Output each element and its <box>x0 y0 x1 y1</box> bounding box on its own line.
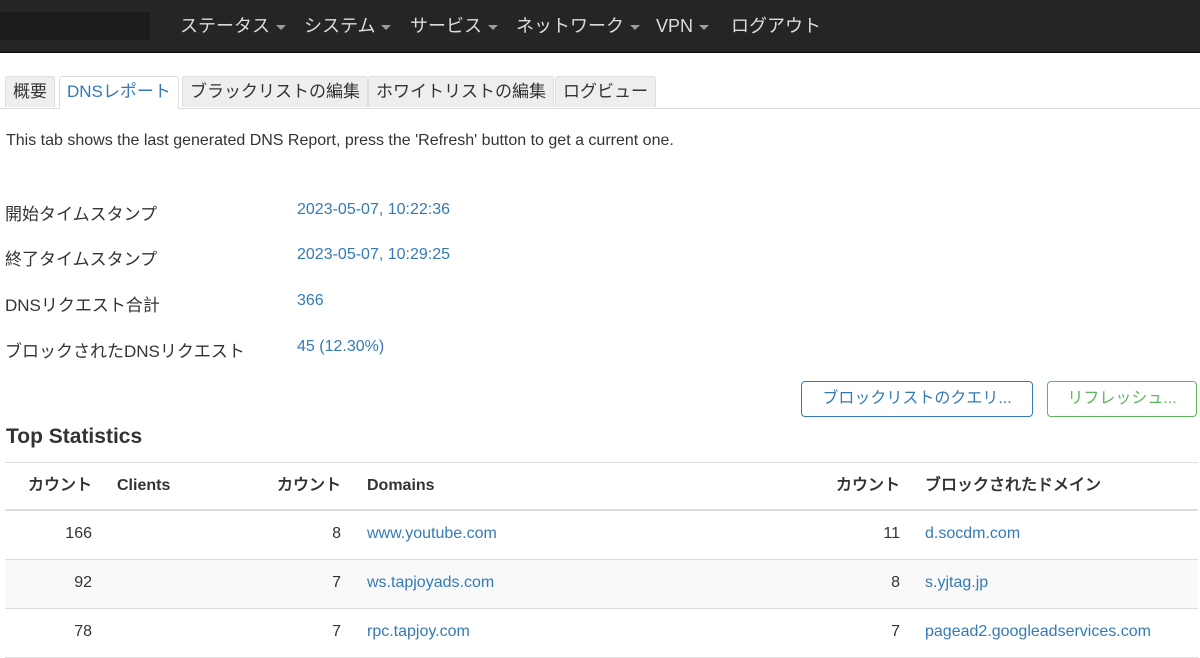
domain-count-cell: 8 <box>332 525 341 542</box>
blocked-domain-link[interactable]: s.yjtag.jp <box>925 560 1195 606</box>
nav-system-menu[interactable]: システム <box>304 0 392 52</box>
tab-bar: 概要 DNSレポート ブラックリストの編集 ホワイトリストの編集 ログビュー <box>0 76 1200 109</box>
tab-log-view[interactable]: ログビュー <box>555 76 656 107</box>
table-row: 166 8 www.youtube.com 11 d.socdm.com <box>5 511 1198 560</box>
blocked-requests-label: ブロックされたDNSリクエスト <box>5 342 245 361</box>
tab-overview[interactable]: 概要 <box>5 76 55 107</box>
nav-logout-label: ログアウト <box>731 16 821 36</box>
end-timestamp-label: 終了タイムスタンプ <box>5 250 158 269</box>
query-blocklist-button[interactable]: ブロックリストのクエリ... <box>801 381 1033 417</box>
column-header-blocked-count: カウント <box>835 477 900 494</box>
column-header-client-count: カウント <box>27 477 92 494</box>
blocked-requests-value: 45 (12.30%) <box>297 338 385 355</box>
column-header-blocked-domains: ブロックされたドメイン <box>925 477 1102 494</box>
start-timestamp-value: 2023-05-07, 10:22:36 <box>297 201 451 218</box>
blocked-count-cell: 11 <box>883 525 900 542</box>
nav-system-label: システム <box>304 16 376 36</box>
domain-count-cell: 7 <box>332 574 341 591</box>
domain-link[interactable]: rpc.tapjoy.com <box>367 609 787 655</box>
nav-vpn-menu[interactable]: VPN <box>656 0 710 52</box>
total-requests-label: DNSリクエスト合計 <box>5 296 160 315</box>
nav-logout-link[interactable]: ログアウト <box>731 0 821 52</box>
domain-link[interactable]: ws.tapjoyads.com <box>367 560 787 606</box>
caret-down-icon <box>381 24 392 30</box>
client-count-cell: 92 <box>74 574 92 591</box>
tab-edit-whitelist[interactable]: ホワイトリストの編集 <box>368 76 554 107</box>
end-timestamp-value: 2023-05-07, 10:29:25 <box>297 246 451 263</box>
caret-down-icon <box>630 24 640 30</box>
nav-status-label: ステータス <box>180 16 270 36</box>
intro-text: This tab shows the last generated DNS Re… <box>6 132 674 149</box>
column-header-clients: Clients <box>117 477 171 494</box>
section-title: Top Statistics <box>6 425 143 448</box>
nav-services-label: サービス <box>410 16 482 36</box>
tab-dns-report[interactable]: DNSレポート <box>59 76 179 109</box>
column-header-domain-count: カウント <box>276 477 341 494</box>
domain-count-cell: 7 <box>332 623 341 640</box>
blocked-count-cell: 7 <box>891 623 900 640</box>
client-count-cell: 78 <box>74 623 92 640</box>
domain-link[interactable]: www.youtube.com <box>367 511 787 557</box>
blocked-domain-link[interactable]: pagead2.googleadservices.com <box>925 609 1195 655</box>
caret-down-icon <box>699 24 710 30</box>
blocked-domain-link[interactable]: d.socdm.com <box>925 511 1195 557</box>
nav-network-menu[interactable]: ネットワーク <box>516 0 640 52</box>
table-row: 78 7 rpc.tapjoy.com 7 pagead2.googleadse… <box>5 609 1198 658</box>
caret-down-icon <box>488 24 498 30</box>
tab-edit-blacklist[interactable]: ブラックリストの編集 <box>182 76 368 107</box>
table-row: 92 7 ws.tapjoyads.com 8 s.yjtag.jp <box>5 560 1198 609</box>
client-count-cell: 166 <box>65 525 92 542</box>
refresh-button[interactable]: リフレッシュ... <box>1047 381 1197 417</box>
caret-down-icon <box>276 24 286 30</box>
nav-vpn-label: VPN <box>656 16 694 36</box>
start-timestamp-label: 開始タイムスタンプ <box>5 205 158 224</box>
top-navbar: ステータス システム サービス ネットワーク VPN ログアウト <box>0 0 1200 53</box>
total-requests-value: 366 <box>297 292 324 309</box>
brand-logo[interactable] <box>0 12 150 40</box>
table-header-row: カウント Clients カウント Domains カウント ブロックされたドメ… <box>5 463 1198 511</box>
top-statistics-table: カウント Clients カウント Domains カウント ブロックされたドメ… <box>5 462 1198 658</box>
blocked-count-cell: 8 <box>891 574 900 591</box>
column-header-domains: Domains <box>367 477 435 494</box>
nav-status-menu[interactable]: ステータス <box>180 0 286 52</box>
nav-network-label: ネットワーク <box>516 16 624 36</box>
nav-services-menu[interactable]: サービス <box>410 0 498 52</box>
